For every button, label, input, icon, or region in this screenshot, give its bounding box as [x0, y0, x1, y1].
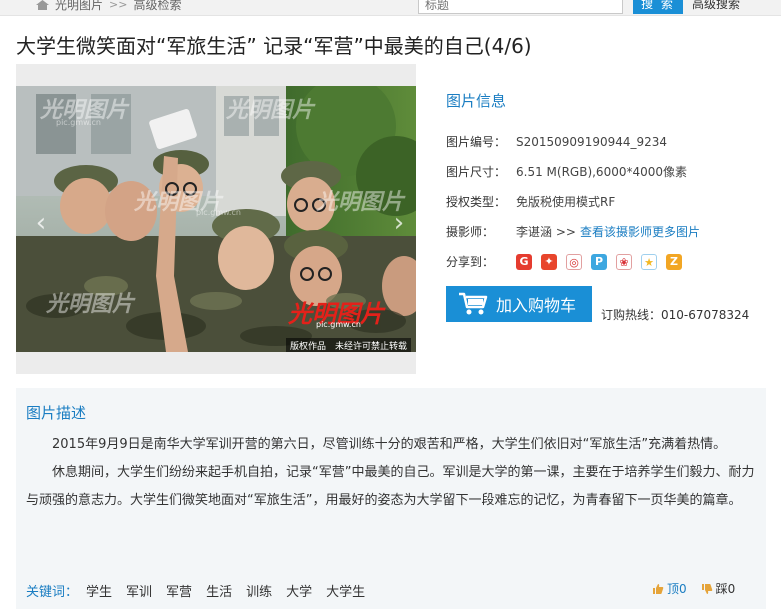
cart-icon	[459, 292, 488, 315]
info-row-size: 图片尺寸： 6.51 M(RGB),6000*4000像素	[446, 157, 776, 187]
breadcrumb-current[interactable]: 高级检索	[133, 0, 181, 13]
info-row-id: 图片编号： S20150909190944_9234	[446, 127, 776, 157]
info-label: 授权类型：	[446, 195, 507, 209]
next-photo-button[interactable]: ›	[388, 204, 410, 242]
keyword-link[interactable]: 大学生	[326, 581, 365, 600]
keyword-link[interactable]: 大学	[286, 581, 312, 600]
keywords-label: 关键词：	[26, 585, 79, 600]
breadcrumb-separator: >>	[109, 0, 128, 11]
watermark-main-url: pic.gmw.cn	[316, 320, 361, 329]
description-paragraph: 休息期间，大学生们纷纷来起手机自拍，记录“军营”中最美的自己。军训是大学的第一课…	[26, 465, 755, 508]
watermark-url: pic.gmw.cn	[56, 118, 101, 127]
google-share-icon[interactable]: G	[516, 254, 532, 270]
add-to-cart-button[interactable]: 加入购物车	[446, 286, 592, 322]
delicious-share-icon[interactable]: ✦	[541, 254, 557, 270]
page-title: 大学生微笑面对“军旅生活” 记录“军营”中最美的自己(4/6)	[16, 34, 532, 58]
top-bar: 光明图片 >> 高级检索 搜 索 高级搜索	[0, 0, 781, 16]
info-value: 李谌涵 >>	[516, 225, 576, 239]
watermark-url: pic.gmw.cn	[196, 208, 241, 217]
keyword-link[interactable]: 生活	[206, 581, 232, 600]
info-row-share: 分享到： G ✦ ◎ P ❀ ★ Z	[446, 247, 776, 277]
info-row-photographer: 摄影师： 李谌涵 >> 查看该摄影师更多图片	[446, 217, 776, 247]
vote-up-button[interactable]: 顶0	[652, 580, 687, 597]
info-value: 免版税使用模式RF	[516, 195, 616, 209]
keyword-link[interactable]: 训练	[246, 581, 272, 600]
description-text: 2015年9月9日是南华大学军训开营的第六日，尽管训练十分的艰苦和严格，大学生们…	[26, 431, 758, 515]
thumbs-down-icon	[701, 583, 712, 594]
prev-photo-button[interactable]: ‹	[30, 204, 52, 242]
main-photo[interactable]: 光明图片 pic.gmw.cn 光明图片 光明图片 pic.gmw.cn 光明图…	[16, 86, 416, 352]
advanced-search-link[interactable]: 高级搜索	[692, 0, 740, 14]
breadcrumb-home[interactable]: 光明图片	[55, 0, 103, 13]
photo-description-panel: 图片描述 2015年9月9日是南华大学军训开营的第六日，尽管训练十分的艰苦和严格…	[16, 388, 766, 609]
keyword-link[interactable]: 军营	[166, 581, 192, 600]
keywords: 关键词： 学生 军训 军营 生活 训练 大学 大学生	[26, 581, 365, 600]
description-heading: 图片描述	[26, 404, 87, 422]
info-label: 图片尺寸：	[446, 165, 507, 179]
share-icons: G ✦ ◎ P ❀ ★ Z	[516, 254, 682, 270]
info-value: 6.51 M(RGB),6000*4000像素	[516, 165, 688, 179]
info-label: 图片编号：	[446, 135, 507, 149]
vote-up-count: 顶0	[667, 582, 687, 596]
weibo-share-icon[interactable]: ◎	[566, 254, 582, 270]
keyword-link[interactable]: 学生	[86, 581, 112, 600]
vote-down-count: 踩0	[715, 582, 736, 596]
kaixin-share-icon[interactable]: Z	[666, 254, 682, 270]
info-label: 摄影师：	[446, 225, 495, 239]
thumbs-up-icon	[653, 583, 664, 594]
search-button[interactable]: 搜 索	[633, 0, 683, 14]
vote-bar: 顶0 踩0	[652, 580, 735, 597]
home-icon[interactable]	[36, 0, 49, 10]
star-share-icon[interactable]: ★	[641, 254, 657, 270]
qzone-share-icon[interactable]: P	[591, 254, 607, 270]
info-row-license: 授权类型： 免版税使用模式RF	[446, 187, 776, 217]
renren-share-icon[interactable]: ❀	[616, 254, 632, 270]
watermark-logo: 光明图片	[46, 291, 135, 317]
watermark-logo: 光明图片	[226, 97, 315, 123]
vote-down-button[interactable]: 踩0	[701, 580, 736, 597]
order-hotline: 订购热线：010-67078324	[601, 308, 750, 322]
keyword-link[interactable]: 军训	[126, 581, 152, 600]
add-to-cart-label: 加入购物车	[496, 296, 577, 315]
photo-info-heading: 图片信息	[446, 92, 507, 110]
search-input[interactable]	[418, 0, 623, 14]
watermark-copyright: 版权作品 未经许可禁止转载	[286, 338, 412, 352]
photo-viewer: 光明图片 pic.gmw.cn 光明图片 光明图片 pic.gmw.cn 光明图…	[16, 64, 416, 374]
description-paragraph: 2015年9月9日是南华大学军训开营的第六日，尽管训练十分的艰苦和严格，大学生们…	[52, 437, 727, 452]
share-label: 分享到：	[446, 255, 495, 269]
photo-info-panel: 图片信息 图片编号： S20150909190944_9234 图片尺寸： 6.…	[446, 90, 776, 277]
breadcrumb: 光明图片 >> 高级检索	[36, 0, 181, 13]
photographer-more-link[interactable]: 查看该摄影师更多图片	[580, 217, 700, 247]
info-value: S20150909190944_9234	[516, 135, 668, 149]
